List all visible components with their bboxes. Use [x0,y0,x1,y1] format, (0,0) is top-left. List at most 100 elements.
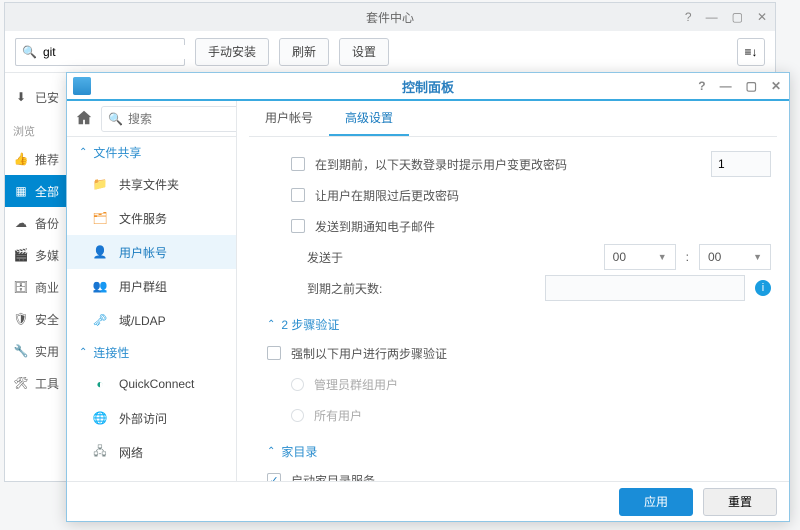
close-icon[interactable]: ✕ [757,10,767,24]
chevron-down-icon: ⌃ [267,446,275,457]
user-icon: 👤 [91,243,109,261]
radio-admin-group[interactable] [291,378,304,391]
reset-button[interactable]: 重置 [703,488,777,516]
checkbox-allow-change-after[interactable] [291,188,305,202]
category-tools[interactable]: 🛠工具 [5,367,69,399]
outer-title: 套件中心 [366,9,414,26]
sidebar-top: 🔍 [67,101,236,137]
section-two-step[interactable]: ⌃2 步骤验证 [267,316,771,333]
refresh-button[interactable]: 刷新 [279,38,329,66]
checkbox-before-expire[interactable] [291,157,305,171]
select-send-minute[interactable]: 00▼ [699,244,771,270]
ldap-icon: 🗝 [91,311,109,329]
apply-button[interactable]: 应用 [619,488,693,516]
inner-body: 🔍 ⌃文件共享 📁共享文件夹 🗂文件服务 👤用户帐号 👥用户群组 🗝域/LDAP… [67,101,789,481]
sidebar-item-file-services[interactable]: 🗂文件服务 [67,201,236,235]
form-advanced: 在到期前，以下天数登录时提示用户变更改密码 让用户在期限过后更改密码 发送到期通… [249,137,777,481]
select-send-hour[interactable]: 00▼ [604,244,676,270]
file-service-icon: 🗂 [91,209,109,227]
tools-icon: 🛠 [13,375,29,391]
chevron-down-icon: ▼ [658,252,667,262]
dhcp-icon: ▤ [91,477,109,481]
row-force-2fa: 强制以下用户进行两步骤验证 [267,339,771,367]
category-security[interactable]: 🛡安全 [5,303,69,335]
content-area: 用户帐号 高级设置 在到期前，以下天数登录时提示用户变更改密码 让用户在期限过后… [237,101,789,481]
category-multimedia[interactable]: 🎬多媒 [5,239,69,271]
info-icon[interactable]: i [755,280,771,296]
help-icon[interactable]: ? [698,79,705,93]
home-icon[interactable] [75,109,93,129]
category-utility[interactable]: 🔧实用 [5,335,69,367]
row-2fa-admin: 管理员群组用户 [291,370,771,398]
manual-install-button[interactable]: 手动安装 [195,38,269,66]
category-all[interactable]: ▦全部 [5,175,69,207]
category-installed[interactable]: ⬇已安 [5,81,69,113]
outer-titlebar[interactable]: 套件中心 ? — ▢ ✕ [5,3,775,31]
row-days-before: 到期之前天数: i [307,274,771,302]
sidebar-item-network[interactable]: 🖧网络 [67,435,236,469]
group-connectivity[interactable]: ⌃连接性 [67,337,236,367]
chevron-down-icon: ⌃ [79,347,87,358]
maximize-icon[interactable]: ▢ [732,10,743,24]
radio-all-users[interactable] [291,409,304,422]
minimize-icon[interactable]: — [706,10,718,24]
close-icon[interactable]: ✕ [771,79,781,93]
inner-titlebar[interactable]: 控制面板 ? — ▢ ✕ [67,73,789,101]
network-icon: 🖧 [91,443,109,461]
help-icon[interactable]: ? [685,10,692,24]
backup-icon: ☁ [13,215,29,231]
checkbox-send-email[interactable] [291,219,305,233]
sidebar-search-input[interactable] [128,112,237,126]
sidebar-item-quickconnect[interactable]: ◐QuickConnect [67,367,236,401]
grid-icon: ▦ [13,183,29,199]
sidebar-item-group[interactable]: 👥用户群组 [67,269,236,303]
sidebar-item-domain-ldap[interactable]: 🗝域/LDAP [67,303,236,337]
outer-search-input[interactable] [43,45,198,59]
row-2fa-all: 所有用户 [291,401,771,429]
sidebar-search[interactable]: 🔍 [101,106,237,132]
inner-window-controls: ? — ▢ ✕ [698,79,781,93]
media-icon: 🎬 [13,247,29,263]
sidebar-item-user[interactable]: 👤用户帐号 [67,235,236,269]
chevron-down-icon: ⌃ [79,147,87,158]
sidebar-item-shared-folder[interactable]: 📁共享文件夹 [67,167,236,201]
row-send-at: 发送于 00▼ : 00▼ [307,243,771,271]
checkbox-force-2fa[interactable] [267,346,281,360]
category-recommended[interactable]: 👍推荐 [5,143,69,175]
inner-title: 控制面板 [402,77,454,96]
shield-icon: 🛡 [13,311,29,327]
sidebar-item-external-access[interactable]: 🌐外部访问 [67,401,236,435]
nav-heading: 浏览 [5,113,69,143]
inner-footer: 应用 重置 [67,481,789,521]
wrench-icon: 🔧 [13,343,29,359]
category-business[interactable]: 🗄商业 [5,271,69,303]
group-icon: 👥 [91,277,109,295]
group-file-sharing[interactable]: ⌃文件共享 [67,137,236,167]
outer-toolbar: 🔍 ✕ 手动安装 刷新 设置 ≡↓ [5,31,775,73]
section-home[interactable]: ⌃家目录 [267,443,771,460]
input-before-days[interactable] [711,151,771,177]
input-days-before[interactable] [545,275,745,301]
minimize-icon[interactable]: — [720,79,732,93]
sidebar-item-dhcp[interactable]: ▤DHCP Server [67,469,236,481]
settings-button[interactable]: 设置 [339,38,389,66]
chevron-down-icon: ▼ [753,252,762,262]
folder-icon: 📁 [91,175,109,193]
checkbox-enable-home[interactable] [267,473,281,481]
category-backup[interactable]: ☁备份 [5,207,69,239]
outer-window-controls: ? — ▢ ✕ [685,10,767,24]
tab-user[interactable]: 用户帐号 [249,101,329,136]
control-panel-sidebar: 🔍 ⌃文件共享 📁共享文件夹 🗂文件服务 👤用户帐号 👥用户群组 🗝域/LDAP… [67,101,237,481]
row-before-expire: 在到期前，以下天数登录时提示用户变更改密码 [291,150,771,178]
globe-icon: 🌐 [91,409,109,427]
row-enable-home: 启动家目录服务 [267,466,771,481]
outer-search-box[interactable]: 🔍 ✕ [15,38,185,66]
control-panel-icon [73,77,91,95]
maximize-icon[interactable]: ▢ [746,79,757,93]
sort-button[interactable]: ≡↓ [737,38,765,66]
chevron-down-icon: ⌃ [267,319,275,330]
search-icon: 🔍 [108,112,123,126]
quickconnect-icon: ◐ [91,375,109,393]
tab-advanced[interactable]: 高级设置 [329,101,409,136]
control-panel-window: 控制面板 ? — ▢ ✕ 🔍 ⌃文件共享 📁共享文件夹 🗂文件服务 👤用户帐号 … [66,72,790,522]
